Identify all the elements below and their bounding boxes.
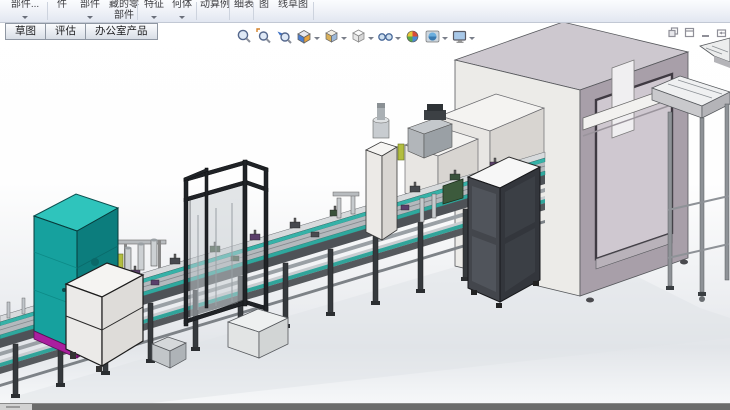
dropdown-caret-icon	[442, 37, 448, 40]
mate-button[interactable]: 件	[50, 0, 74, 22]
bottom-edge-bar	[0, 403, 730, 410]
toolbar-separator	[196, 2, 197, 20]
corner-conveyor[interactable]	[700, 38, 730, 68]
hide-show-items-icon	[377, 28, 394, 45]
assembly-features-button[interactable]: 特征	[140, 0, 168, 22]
toolbar-separator	[47, 2, 48, 20]
edit-appearance-button[interactable]	[404, 28, 421, 45]
dropdown-caret-icon	[368, 37, 374, 40]
solidworks-window: 部件... 件 部件 藏的零 部件 特征 何体 动算例 细表 图	[0, 0, 730, 410]
dropdown-caret-icon	[87, 16, 93, 19]
zoom-to-area-icon	[256, 28, 273, 45]
apply-scene-icon	[424, 28, 441, 45]
toolbar-separator	[229, 2, 230, 20]
dropdown-caret-icon	[151, 16, 157, 19]
move-component-button[interactable]: 部件	[76, 0, 104, 22]
edit-appearance-icon	[404, 28, 421, 45]
insert-components-button[interactable]: 部件...	[4, 0, 46, 22]
tab-office-products[interactable]: 办公室产品	[85, 23, 158, 40]
dropdown-caret-icon	[22, 16, 28, 19]
hide-show-items-button[interactable]	[377, 28, 401, 45]
show-hidden-components-button[interactable]: 藏的零 部件	[104, 0, 144, 22]
dropdown-caret-icon	[314, 37, 320, 40]
view-orientation-button[interactable]	[323, 28, 347, 45]
viewport-3d[interactable]	[0, 0, 730, 404]
heads-up-view-toolbar	[236, 28, 478, 45]
view-settings-icon	[451, 28, 468, 45]
reference-geometry-button[interactable]: 何体	[168, 0, 196, 22]
apply-scene-button[interactable]	[424, 28, 448, 45]
dropdown-caret-icon	[341, 37, 347, 40]
display-style-button[interactable]	[350, 28, 374, 45]
bottom-bar-dash	[6, 406, 20, 408]
view-orientation-icon	[323, 28, 340, 45]
zoom-to-area-button[interactable]	[256, 28, 273, 45]
zoom-to-fit-button[interactable]	[236, 28, 253, 45]
command-manager-toolbar: 部件... 件 部件 藏的零 部件 特征 何体 动算例 细表 图	[0, 0, 730, 23]
document-window-controls	[668, 27, 727, 38]
tab-evaluate[interactable]: 评估	[45, 23, 86, 40]
window-menu-icon[interactable]	[716, 27, 727, 38]
command-manager-tabs: 草图 评估 办公室产品	[5, 23, 157, 40]
toolbar-separator	[313, 2, 314, 20]
toolbar-separator	[137, 2, 138, 20]
display-style-icon	[350, 28, 367, 45]
new-motion-study-button[interactable]: 动算例	[198, 0, 232, 22]
view-settings-button[interactable]	[451, 28, 475, 45]
previous-view-button[interactable]	[276, 28, 293, 45]
window-restore-icon[interactable]	[668, 27, 679, 38]
dropdown-caret-icon	[469, 37, 475, 40]
toolbar-separator	[253, 2, 254, 20]
section-view-button[interactable]	[296, 28, 320, 45]
model-scene[interactable]	[0, 0, 730, 410]
dropdown-caret-icon	[179, 16, 185, 19]
zoom-to-fit-icon	[236, 28, 253, 45]
dropdown-caret-icon	[395, 37, 401, 40]
exploded-view-button[interactable]: 图	[255, 0, 273, 22]
tab-sketch[interactable]: 草图	[5, 23, 46, 40]
explode-line-sketch-button[interactable]: 线草图	[274, 0, 312, 22]
section-view-icon	[296, 28, 313, 45]
window-maximize-icon[interactable]	[684, 27, 695, 38]
control-cabinet-right[interactable]	[468, 157, 540, 308]
window-minimize-icon[interactable]	[700, 27, 711, 38]
previous-view-icon	[276, 28, 293, 45]
